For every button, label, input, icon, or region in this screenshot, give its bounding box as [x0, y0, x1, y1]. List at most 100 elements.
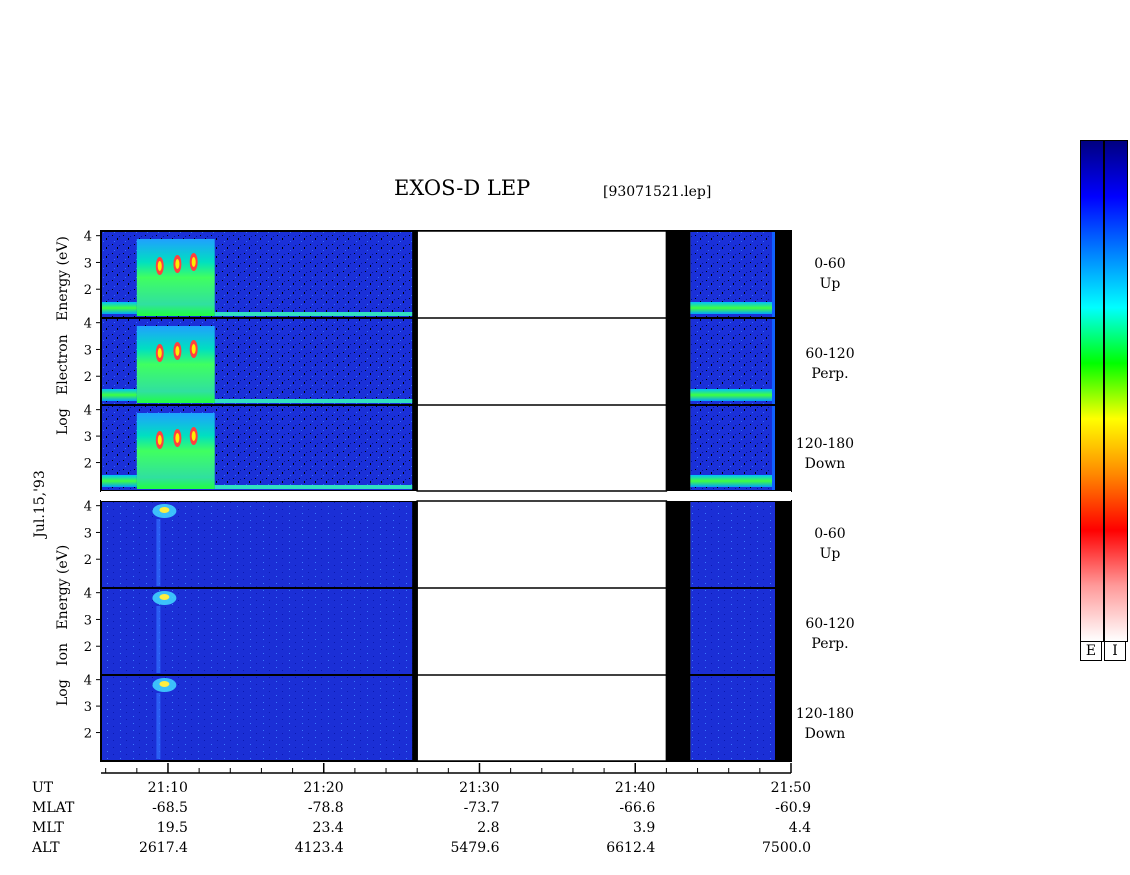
- panel-0-gap-strip: [666, 231, 691, 318]
- panel-3-ytick-label-4: 4: [84, 500, 92, 515]
- panel-2-hotspot-core-1: [175, 433, 180, 443]
- footer-alt-value: 2617.4: [138, 840, 188, 856]
- panel-label-e-up: 0-60 Up: [814, 256, 846, 292]
- electron-ylabel: Log Electron Energy (eV): [55, 236, 71, 435]
- footer-mlat-value: -73.7: [463, 800, 500, 816]
- panel-5-ytick-label-2: 2: [84, 727, 92, 742]
- data-gap-electron: [416, 230, 668, 492]
- panel-2-hotspot-core-2: [191, 431, 196, 441]
- data-gap-ion: [416, 500, 668, 762]
- panel-1-ytick-label-3: 3: [84, 343, 92, 358]
- footer-row-label-mlt: MLT: [32, 820, 64, 836]
- panel-0-right-stripe: [772, 231, 775, 318]
- footer-mlt-value: 19.5: [156, 820, 188, 836]
- colorbar-electron: [1080, 140, 1104, 642]
- panel-2-low-band-right: [690, 475, 772, 487]
- panel-5-ion-burst-core: [159, 681, 170, 687]
- panel-label-i-perp: 60-120 Perp.: [805, 616, 855, 652]
- panel-0-low-band-right: [690, 302, 772, 314]
- footer-ut-value: 21:50: [770, 780, 811, 796]
- panel-3-ion-streak: [156, 519, 161, 586]
- panel-4-right-edge: [775, 588, 791, 675]
- footer-ut-value: 21:30: [459, 780, 500, 796]
- footer-alt-value: 6612.4: [606, 840, 656, 856]
- panel-1-low-band-post: [214, 399, 413, 403]
- panel-1-right-edge: [775, 318, 791, 405]
- panel-2-low-band-pre: [101, 475, 137, 487]
- panel-5-data-left: [101, 675, 418, 761]
- footer-mlat-value: -68.5: [152, 800, 188, 816]
- colorbar-label-e: E: [1080, 641, 1102, 661]
- panel-2-ytick-label-4: 4: [84, 404, 92, 419]
- footer-mlat-value: -78.8: [307, 800, 344, 816]
- footer-ut-value: 21:20: [303, 780, 344, 796]
- panel-5-gap-strip: [666, 675, 691, 761]
- panel-1-burst: [136, 326, 215, 403]
- footer-mlt-value: 4.4: [788, 820, 811, 836]
- panel-3-gap-strip: [666, 501, 691, 588]
- footer-mlat-value: -60.9: [775, 800, 811, 816]
- panel-1-ytick-label-4: 4: [84, 317, 92, 332]
- panel-4-ytick-label-3: 3: [84, 613, 92, 628]
- panel-4-data-left: [101, 588, 418, 675]
- panel-1-low-band-pre: [101, 389, 137, 401]
- footer-mlt-value: 23.4: [312, 820, 344, 836]
- panel-5-ion-streak: [156, 693, 161, 759]
- ion-ylabel: Log Ion Energy (eV): [55, 544, 71, 706]
- colorbar-ion: [1104, 140, 1128, 642]
- footer-alt-value: 4123.4: [294, 840, 344, 856]
- panel-4-gap-strip: [666, 588, 691, 675]
- footer-ut-value: 21:10: [147, 780, 188, 796]
- panel-0-hotspot-core-1: [175, 259, 180, 269]
- panel-0-low-band-post: [214, 312, 413, 316]
- footer-row-label-alt: ALT: [32, 840, 60, 856]
- footer-ut-value: 21:40: [614, 780, 656, 796]
- panel-3-data-left: [101, 501, 418, 588]
- panel-0-burst: [136, 239, 215, 316]
- date-label: Jul.15,'93: [32, 470, 48, 538]
- panel-3-ytick-label-2: 2: [84, 553, 92, 568]
- panel-label-e-perp: 60-120 Perp.: [805, 346, 855, 382]
- panel-1-ytick-label-2: 2: [84, 370, 92, 385]
- panel-0-ytick-label-2: 2: [84, 283, 92, 298]
- footer-alt-value: 7500.0: [762, 840, 811, 856]
- footer-row-label-ut: UT: [32, 780, 54, 796]
- panel-1-hotspot-core-0: [157, 348, 162, 358]
- panel-1-right-stripe: [772, 318, 775, 405]
- panel-0-ytick-label-4: 4: [84, 230, 92, 245]
- panel-1-hotspot-core-1: [175, 346, 180, 356]
- panel-2-ytick-label-2: 2: [84, 457, 92, 472]
- panel-4-ytick-label-2: 2: [84, 640, 92, 655]
- panel-2-ytick-label-3: 3: [84, 430, 92, 445]
- panel-0-low-band-pre: [101, 302, 137, 314]
- panel-label-i-up: 0-60 Up: [814, 526, 846, 562]
- panel-label-e-down: 120-180 Down: [795, 436, 855, 472]
- colorbar-label-i: I: [1104, 641, 1126, 661]
- panel-2-burst: [136, 413, 215, 489]
- panel-4-ion-streak: [156, 606, 161, 673]
- footer-row-label-mlat: MLAT: [32, 800, 75, 816]
- footer-mlat-value: -66.6: [619, 800, 656, 816]
- panel-3-ion-burst-core: [159, 507, 170, 513]
- footer-mlt-value: 3.9: [632, 820, 656, 836]
- panel-4-ion-burst-core: [159, 594, 170, 600]
- spectrogram-plot: 2 3 4 2 3 4 2 3 4 2 3 4 2 3 4 2 3 4: [84, 230, 792, 774]
- panel-2-hotspot-core-0: [157, 435, 162, 445]
- panel-1-hotspot-core-2: [191, 344, 196, 354]
- panel-0-hotspot-core-0: [157, 261, 162, 271]
- panel-0-hotspot-core-2: [191, 257, 196, 267]
- panel-0-right-edge: [775, 231, 791, 318]
- species-separator: [101, 491, 791, 501]
- panel-5-ytick-label-3: 3: [84, 700, 92, 715]
- panel-3-right-edge: [775, 501, 791, 588]
- panel-2-low-band-post: [214, 485, 413, 489]
- panel-1-gap-strip: [666, 318, 691, 405]
- panel-1-low-band-right: [690, 389, 772, 401]
- panel-0-ytick-label-3: 3: [84, 256, 92, 271]
- panel-3-ytick-label-3: 3: [84, 526, 92, 541]
- footer-alt-value: 5479.6: [450, 840, 500, 856]
- footer-mlt-value: 2.8: [477, 820, 500, 836]
- panel-2-right-stripe: [772, 405, 775, 491]
- panel-2-gap-strip: [666, 405, 691, 491]
- panel-4-ytick-label-4: 4: [84, 587, 92, 602]
